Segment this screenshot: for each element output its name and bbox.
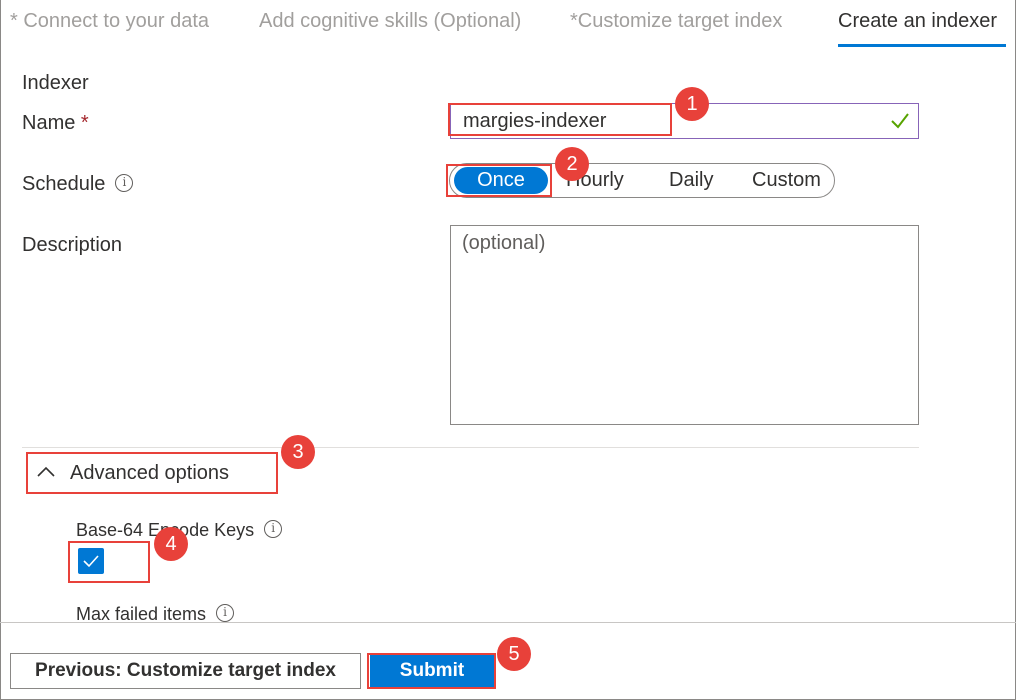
info-icon[interactable]: i [216, 604, 235, 623]
wizard-tabs: * Connect to your data Add cognitive ski… [0, 0, 1016, 52]
callout-badge-5: 5 [497, 637, 531, 671]
tab-label: Customize target index [577, 10, 783, 32]
tab-connect-data[interactable]: * Connect to your data [10, 10, 209, 33]
callout-highlight-checkbox [68, 541, 150, 583]
tab-label: Add cognitive skills (Optional) [259, 10, 522, 32]
section-title: Indexer [22, 72, 89, 94]
tab-create-indexer[interactable]: Create an indexer [838, 10, 997, 33]
name-label-text: Name [22, 112, 76, 134]
description-label: Description [22, 234, 123, 256]
callout-badge-2: 2 [555, 147, 589, 181]
callout-badge-4: 4 [154, 527, 188, 561]
check-icon [891, 113, 909, 129]
callout-highlight-schedule [446, 164, 552, 197]
schedule-label: Schedule i [22, 173, 134, 196]
callout-highlight-submit [367, 653, 496, 689]
previous-button[interactable]: Previous: Customize target index [10, 653, 361, 689]
required-star: * [80, 112, 89, 134]
callout-badge-1: 1 [675, 87, 709, 121]
max-failed-label-text: Max failed items [76, 604, 207, 624]
description-textarea[interactable] [450, 225, 919, 425]
tab-customize-index[interactable]: *Customize target index [570, 10, 782, 33]
required-marker: * [10, 10, 18, 32]
required-marker: * [570, 10, 578, 32]
callout-highlight-name [448, 103, 672, 136]
info-icon[interactable]: i [264, 520, 283, 539]
divider [22, 447, 919, 448]
footer-divider [0, 622, 1016, 623]
schedule-option-daily[interactable]: Daily [669, 169, 713, 192]
active-tab-indicator [838, 44, 1006, 47]
callout-badge-3: 3 [281, 435, 315, 469]
callout-highlight-advanced [26, 452, 278, 494]
tab-label: Create an indexer [838, 10, 997, 32]
tab-label: Connect to your data [23, 10, 210, 32]
schedule-option-custom[interactable]: Custom [752, 169, 821, 192]
tab-cognitive-skills[interactable]: Add cognitive skills (Optional) [259, 10, 521, 33]
schedule-label-text: Schedule [22, 173, 106, 195]
info-icon[interactable]: i [115, 173, 134, 192]
name-label: Name * [22, 112, 89, 135]
